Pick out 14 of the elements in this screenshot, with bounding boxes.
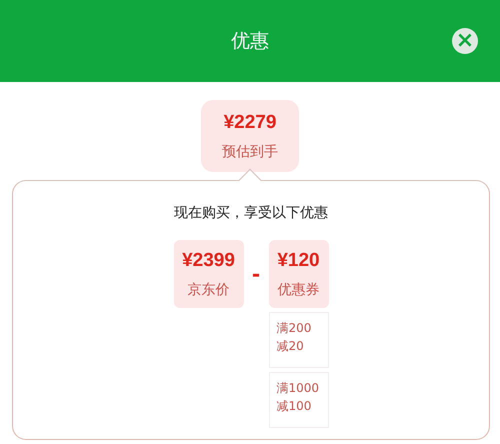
rule-line: 满200 (276, 320, 312, 337)
jd-price-label: 京东价 (188, 280, 230, 300)
jd-price: ¥2399 (182, 249, 235, 274)
minus-sign: - (252, 261, 260, 288)
rule-line: 减20 (276, 338, 305, 355)
coupon-label: 优惠券 (278, 280, 320, 300)
dialog-title: 优惠 (231, 28, 269, 54)
intro-text: 现在购买，享受以下优惠 (174, 204, 328, 223)
estimated-label: 预估到手 (222, 142, 278, 162)
rule-line: 满1000 (276, 380, 320, 397)
coupon-amount: ¥120 (277, 249, 320, 274)
estimated-price: ¥2279 (224, 111, 276, 136)
rule-line: 减100 (276, 398, 312, 415)
close-button[interactable]: × (452, 28, 478, 54)
